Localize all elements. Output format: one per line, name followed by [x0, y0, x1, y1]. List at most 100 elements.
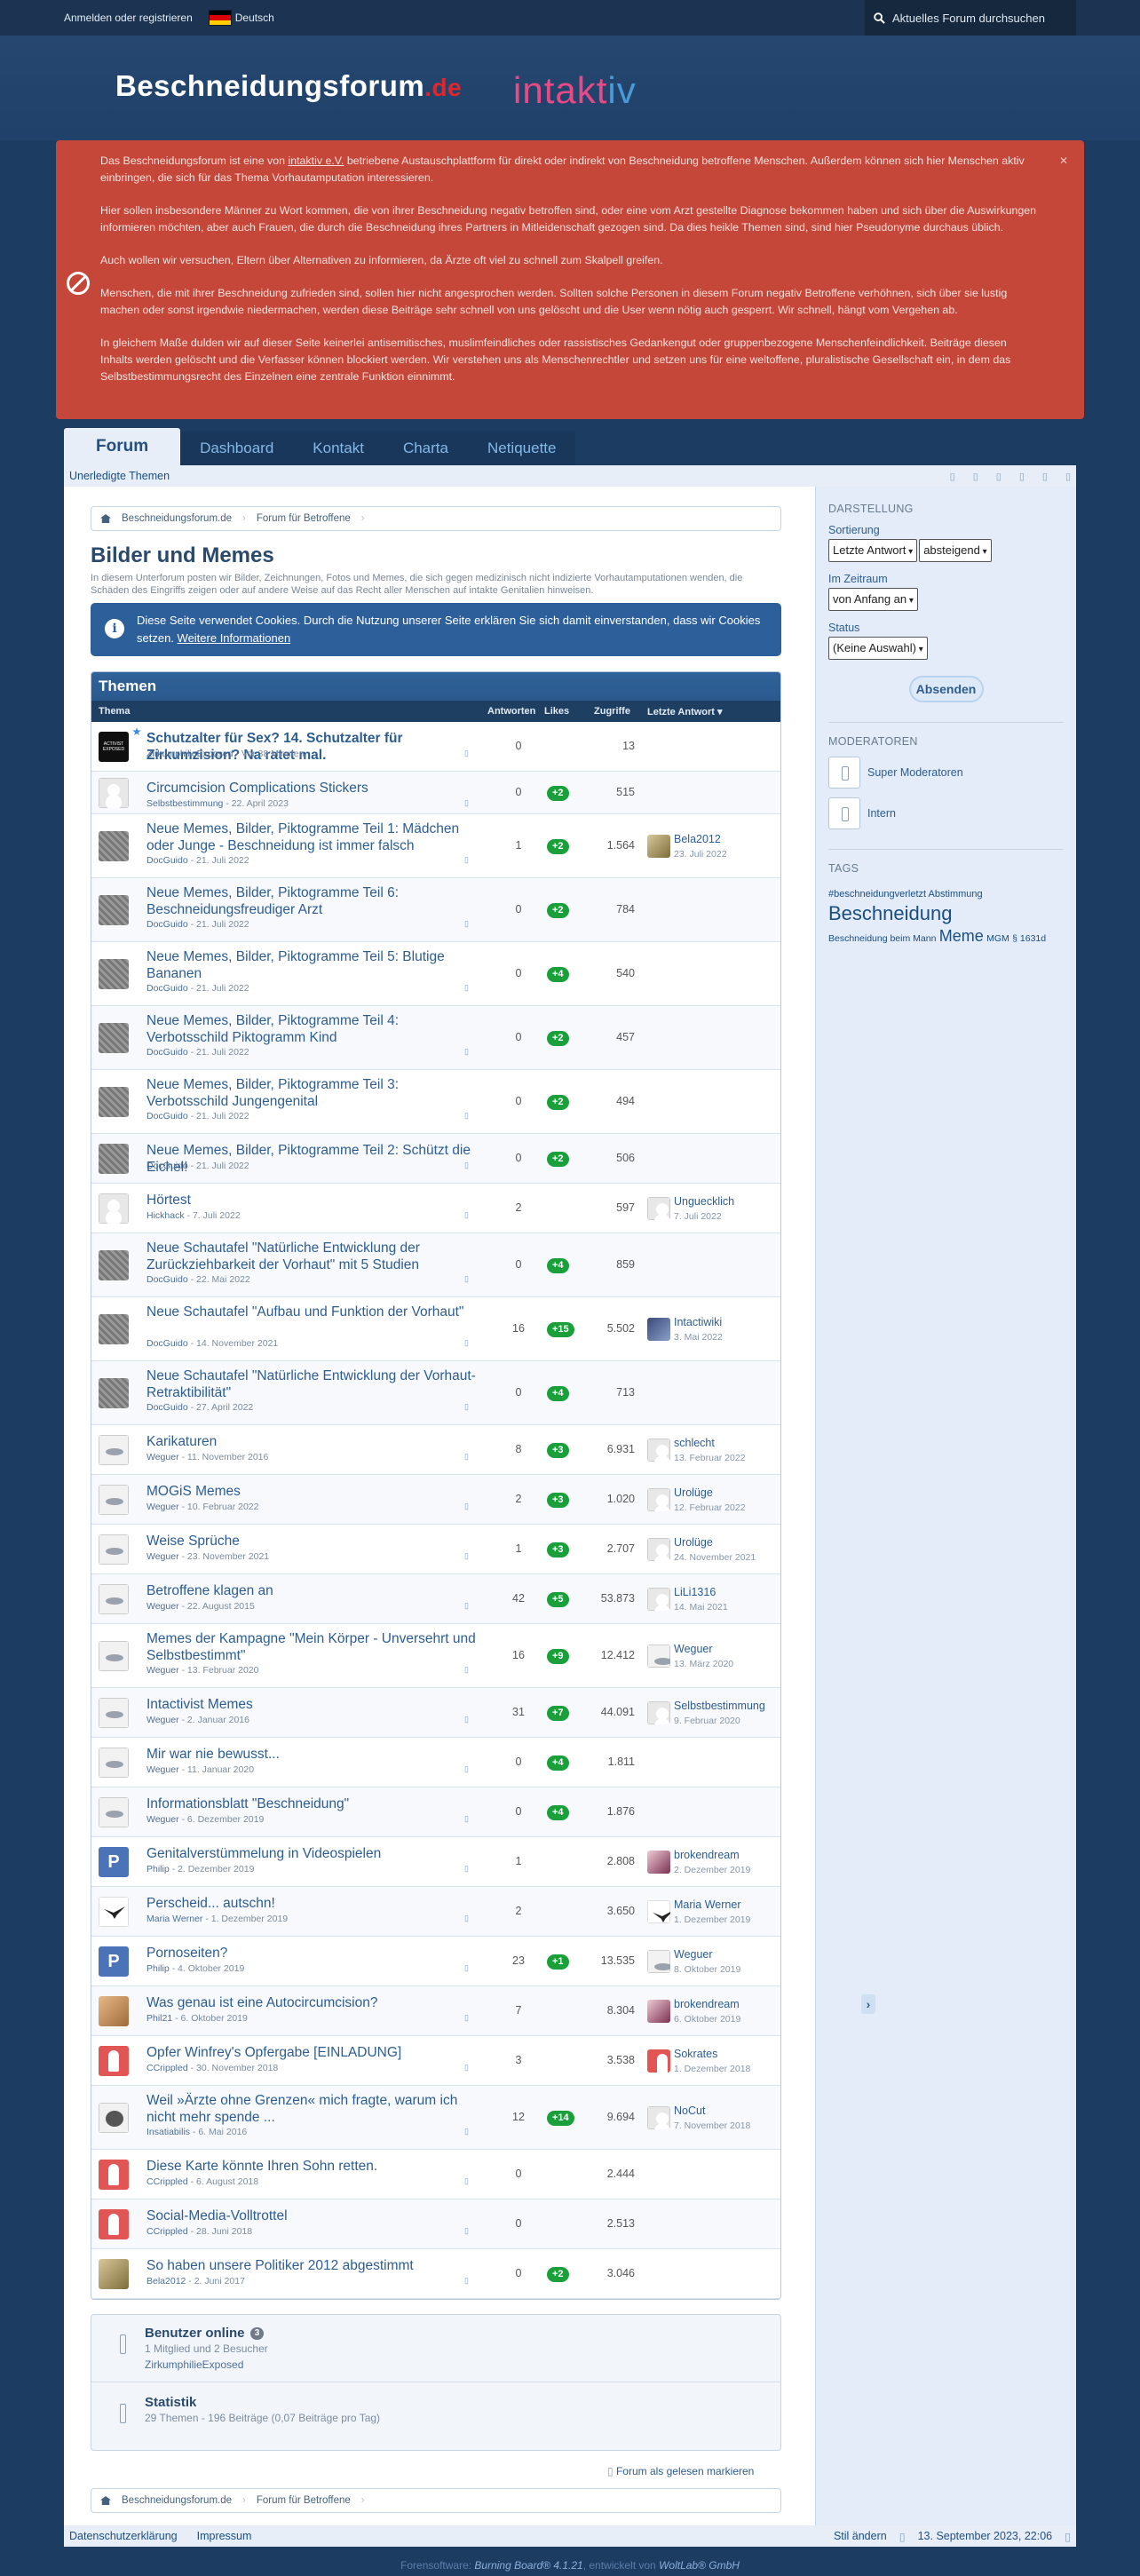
scroll-top-icon[interactable]: ▯ — [1065, 2530, 1071, 2543]
col-topic[interactable]: Thema — [99, 706, 130, 717]
last-reply-user[interactable]: Maria Werner — [674, 1898, 740, 1911]
topic-avatar[interactable] — [99, 2046, 129, 2076]
topic-avatar[interactable] — [99, 2259, 129, 2289]
page-icon[interactable]: ▯ — [464, 1111, 469, 1121]
cookie-more-link[interactable]: Weitere Informationen — [178, 631, 291, 645]
topic-avatar[interactable] — [99, 1023, 129, 1053]
topic-title[interactable]: Neue Memes, Bilder, Piktogramme Teil 6: … — [146, 884, 480, 918]
last-reply-avatar[interactable] — [647, 1645, 670, 1668]
last-reply-avatar[interactable] — [647, 1950, 670, 1973]
table-row[interactable]: Neue Schautafel "Aufbau und Funktion der… — [91, 1297, 780, 1361]
style-change-link[interactable]: Stil ändern — [834, 2530, 887, 2542]
last-reply-user[interactable]: Urolüge — [674, 1536, 713, 1549]
table-row[interactable]: Weise Sprüche Weguer - 23. November 2021 ▯… — [91, 1525, 780, 1574]
topic-title[interactable]: Was genau ist eine Autocircumcision? — [146, 1994, 480, 2011]
online-title[interactable]: Benutzer online — [145, 2326, 245, 2341]
topic-title[interactable]: Opfer Winfrey's Opfergabe [EINLADUNG] — [146, 2044, 480, 2061]
topic-author[interactable]: DocGuido — [146, 919, 188, 930]
table-row[interactable]: Memes der Kampagne "Mein Körper - Unvers… — [91, 1624, 780, 1688]
table-row[interactable]: Neue Memes, Bilder, Piktogramme Teil 6: … — [91, 878, 780, 942]
table-row[interactable]: Weil »Ärzte ohne Grenzen« mich fragte, w… — [91, 2086, 780, 2150]
page-icon[interactable]: ▯ — [464, 2226, 469, 2236]
topic-author[interactable]: ZirkumphilieExposed — [146, 749, 233, 759]
tag[interactable]: Beschneidung — [828, 902, 952, 924]
last-reply-avatar[interactable] — [647, 2000, 670, 2023]
topic-title[interactable]: Circumcision Complications Stickers — [146, 780, 480, 797]
new-topic-icon[interactable]: ▯ — [1042, 471, 1048, 482]
login-link[interactable]: Anmelden oder registrieren — [64, 12, 193, 24]
topic-title[interactable]: Betroffene klagen an — [146, 1582, 480, 1599]
topic-author[interactable]: Selbstbestimmung — [146, 798, 223, 809]
page-icon[interactable]: ▯ — [464, 749, 469, 758]
topic-author[interactable]: Weguer — [146, 1665, 179, 1676]
topic-author[interactable]: Weguer — [146, 1715, 179, 1725]
list-icon[interactable]: ▯ — [1019, 471, 1025, 482]
topic-avatar[interactable] — [99, 1698, 129, 1728]
topic-title[interactable]: Weil »Ärzte ohne Grenzen« mich fragte, w… — [146, 2092, 480, 2126]
topic-avatar[interactable] — [99, 1250, 129, 1280]
topic-author[interactable]: Weguer — [146, 1764, 179, 1775]
topic-avatar[interactable] — [99, 895, 129, 925]
topic-title[interactable]: MOGiS Memes — [146, 1483, 480, 1500]
tag[interactable]: MGM — [986, 933, 1009, 944]
page-icon[interactable]: ▯ — [464, 2063, 469, 2073]
topic-author[interactable]: CCrippled — [146, 2226, 188, 2237]
page-icon[interactable]: ▯ — [464, 919, 469, 929]
last-reply-user[interactable]: brokendream — [674, 1998, 740, 2010]
page-icon[interactable]: ▯ — [464, 1764, 469, 1774]
filter-icon[interactable]: ▯ — [996, 471, 1001, 482]
table-row[interactable]: Neue Memes, Bilder, Piktogramme Teil 1: … — [91, 814, 780, 878]
last-reply-avatar[interactable] — [647, 1318, 670, 1341]
table-row[interactable]: Neue Memes, Bilder, Piktogramme Teil 2: … — [91, 1134, 780, 1184]
topic-author[interactable]: Hickhack — [146, 1210, 185, 1221]
last-reply-user[interactable]: NoCut — [674, 2104, 705, 2117]
page-icon[interactable]: ▯ — [464, 1963, 469, 1973]
page-icon[interactable]: ▯ — [464, 1274, 469, 1284]
topic-title[interactable]: Diese Karte könnte Ihren Sohn retten. — [146, 2158, 480, 2175]
page-icon[interactable]: ▯ — [464, 2176, 469, 2186]
topic-author[interactable]: DocGuido — [146, 1161, 188, 1171]
topic-title[interactable]: Neue Memes, Bilder, Piktogramme Teil 4: … — [146, 1012, 480, 1046]
table-row[interactable]: Intactivist Memes Weguer - 2. Januar 2016… — [91, 1688, 780, 1738]
status-select[interactable]: (Keine Auswahl) — [828, 637, 928, 660]
online-user[interactable]: ZirkumphilieExposed — [145, 2358, 768, 2371]
page-icon[interactable]: ▯ — [464, 1814, 469, 1824]
page-icon[interactable]: ▯ — [464, 798, 469, 808]
table-row[interactable]: Perscheid... autschn! Maria Werner - 1. D… — [91, 1887, 780, 1937]
close-icon[interactable]: ✕ — [1059, 153, 1068, 170]
moderator-group[interactable]: Intern — [828, 797, 1064, 829]
last-reply-user[interactable]: LiLi1316 — [674, 1586, 716, 1598]
last-reply-avatar[interactable] — [647, 1197, 670, 1220]
topic-avatar[interactable] — [99, 1748, 129, 1778]
topic-avatar[interactable] — [99, 1534, 129, 1565]
topic-title[interactable]: Neue Memes, Bilder, Piktogramme Teil 1: … — [146, 820, 480, 854]
topic-avatar[interactable]: ACTIVIST EXPOSED — [99, 732, 129, 762]
topic-avatar[interactable] — [99, 2209, 129, 2239]
table-row[interactable]: Opfer Winfrey's Opfergabe [EINLADUNG] CCr… — [91, 2036, 780, 2086]
page-icon[interactable]: ▯ — [464, 1502, 469, 1511]
page-icon[interactable]: ▯ — [464, 855, 469, 865]
topic-avatar[interactable] — [99, 2160, 129, 2190]
last-reply-avatar[interactable] — [647, 1701, 670, 1724]
topic-author[interactable]: Weguer — [146, 1452, 179, 1462]
topic-avatar[interactable] — [99, 1144, 129, 1174]
topic-title[interactable]: Social-Media-Volltrottel — [146, 2207, 480, 2224]
last-reply-avatar[interactable] — [647, 835, 670, 858]
col-likes[interactable]: Likes — [544, 706, 569, 717]
page-icon[interactable]: ▯ — [464, 1402, 469, 1412]
col-last-reply[interactable]: Letzte Antwort ▾ — [647, 706, 723, 717]
page-icon[interactable]: ▯ — [464, 2013, 469, 2023]
topic-title[interactable]: Mir war nie bewusst... — [146, 1746, 480, 1763]
table-row[interactable]: Neue Memes, Bilder, Piktogramme Teil 5: … — [91, 942, 780, 1006]
topic-avatar[interactable] — [99, 1193, 129, 1224]
tab-dashboard[interactable]: Dashboard — [180, 432, 294, 465]
topic-title[interactable]: Perscheid... autschn! — [146, 1895, 480, 1912]
topic-title[interactable]: Neue Schautafel "Natürliche Entwicklung … — [146, 1367, 480, 1401]
topic-title[interactable]: So haben unsere Politiker 2012 abgestimm… — [146, 2257, 480, 2274]
topic-author[interactable]: Philip — [146, 1963, 170, 1974]
last-reply-user[interactable]: Selbstbestimmung — [674, 1700, 765, 1712]
table-row[interactable]: Diese Karte könnte Ihren Sohn retten. CCr… — [91, 2150, 780, 2200]
page-icon[interactable]: ▯ — [464, 2127, 469, 2136]
site-logo[interactable]: Beschneidungsforum.de — [115, 69, 462, 103]
software-link[interactable]: Burning Board® 4.1.21 — [474, 2559, 582, 2572]
